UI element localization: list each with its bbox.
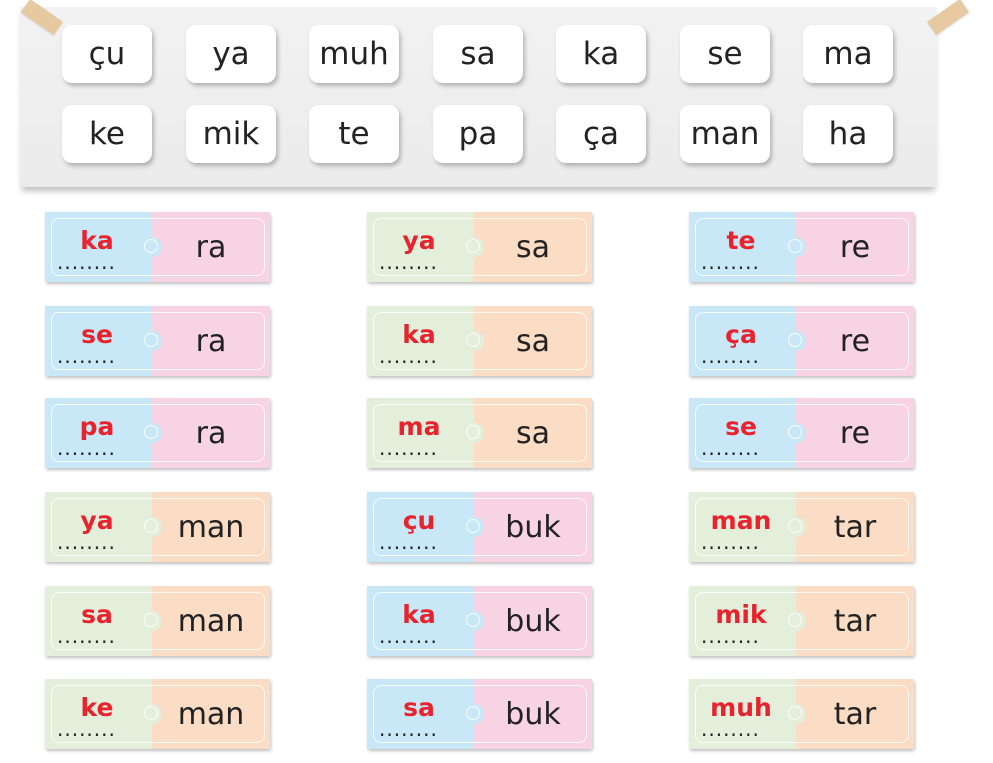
given-syllable: buk [505,604,561,639]
given-syllable: sa [515,416,550,451]
puzzle-piece[interactable]: ........ sa buk [367,679,592,749]
given-syllable: re [839,324,871,359]
puzzle-piece[interactable]: ........ ya man [45,492,270,562]
syllable-tile[interactable]: ya [186,25,276,83]
given-syllable: man [177,510,245,545]
given-syllable: buk [505,697,561,732]
puzzle-piece[interactable]: ........ ça re [689,306,914,376]
puzzle-piece[interactable]: ........ çu buk [367,492,592,562]
syllable-tile[interactable]: se [680,25,770,83]
given-syllable: re [839,416,871,451]
answer-syllable[interactable]: ya [379,226,459,256]
syllable-tile[interactable]: ke [62,105,152,163]
given-syllable: sa [515,230,550,265]
given-syllable: sa [515,324,550,359]
syllable-tile[interactable]: man [680,105,770,163]
puzzle-piece[interactable]: ........ ya sa [367,212,592,282]
syllable-tile[interactable]: ça [556,105,646,163]
syllable-tile[interactable]: ka [556,25,646,83]
given-syllable: tar [833,510,877,545]
puzzle-piece[interactable]: ........ man tar [689,492,914,562]
syllable-tile[interactable]: muh [309,25,399,83]
given-syllable: ra [195,230,227,265]
answer-syllable[interactable]: pa [57,412,137,442]
puzzle-piece[interactable]: ........ ke man [45,679,270,749]
given-syllable: tar [833,697,877,732]
puzzle-piece[interactable]: ........ se ra [45,306,270,376]
puzzle-piece[interactable]: ........ muh tar [689,679,914,749]
answer-syllable[interactable]: ka [379,600,459,630]
syllable-tile[interactable]: ma [803,25,893,83]
puzzle-piece[interactable]: ........ ka ra [45,212,270,282]
given-syllable: tar [833,604,877,639]
syllable-tile[interactable]: çu [62,25,152,83]
puzzle-piece[interactable]: ........ pa ra [45,398,270,468]
puzzle-piece[interactable]: ........ mik tar [689,586,914,656]
syllable-tile[interactable]: sa [433,25,523,83]
answer-syllable[interactable]: ça [701,320,781,350]
tape-left [21,0,63,36]
answer-syllable[interactable]: muh [701,693,781,723]
answer-syllable[interactable]: se [701,412,781,442]
given-syllable: man [177,697,245,732]
answer-syllable[interactable]: ma [379,412,459,442]
syllable-tile[interactable]: ha [803,105,893,163]
syllable-tile[interactable]: te [309,105,399,163]
puzzle-piece[interactable]: ........ sa man [45,586,270,656]
syllable-tile[interactable]: mik [186,105,276,163]
puzzle-piece[interactable]: ........ ka buk [367,586,592,656]
given-syllable: re [839,230,871,265]
answer-syllable[interactable]: te [701,226,781,256]
answer-syllable[interactable]: mik [701,600,781,630]
answer-syllable[interactable]: ka [379,320,459,350]
syllable-tile[interactable]: pa [433,105,523,163]
answer-syllable[interactable]: se [57,320,137,350]
answer-syllable[interactable]: ka [57,226,137,256]
given-syllable: ra [195,324,227,359]
answer-syllable[interactable]: çu [379,506,459,536]
answer-syllable[interactable]: man [701,506,781,536]
puzzle-piece[interactable]: ........ se re [689,398,914,468]
answer-syllable[interactable]: sa [379,693,459,723]
given-syllable: ra [195,416,227,451]
syllable-board: çu ya muh sa ka se ma ke mik te pa ça ma… [20,0,969,187]
tape-right [927,0,969,36]
answer-syllable[interactable]: sa [57,600,137,630]
puzzle-piece[interactable]: ........ ma sa [367,398,592,468]
answer-syllable[interactable]: ya [57,506,137,536]
given-syllable: buk [505,510,561,545]
puzzle-piece[interactable]: ........ ka sa [367,306,592,376]
answer-syllable[interactable]: ke [57,693,137,723]
puzzle-piece[interactable]: ........ te re [689,212,914,282]
given-syllable: man [177,604,245,639]
